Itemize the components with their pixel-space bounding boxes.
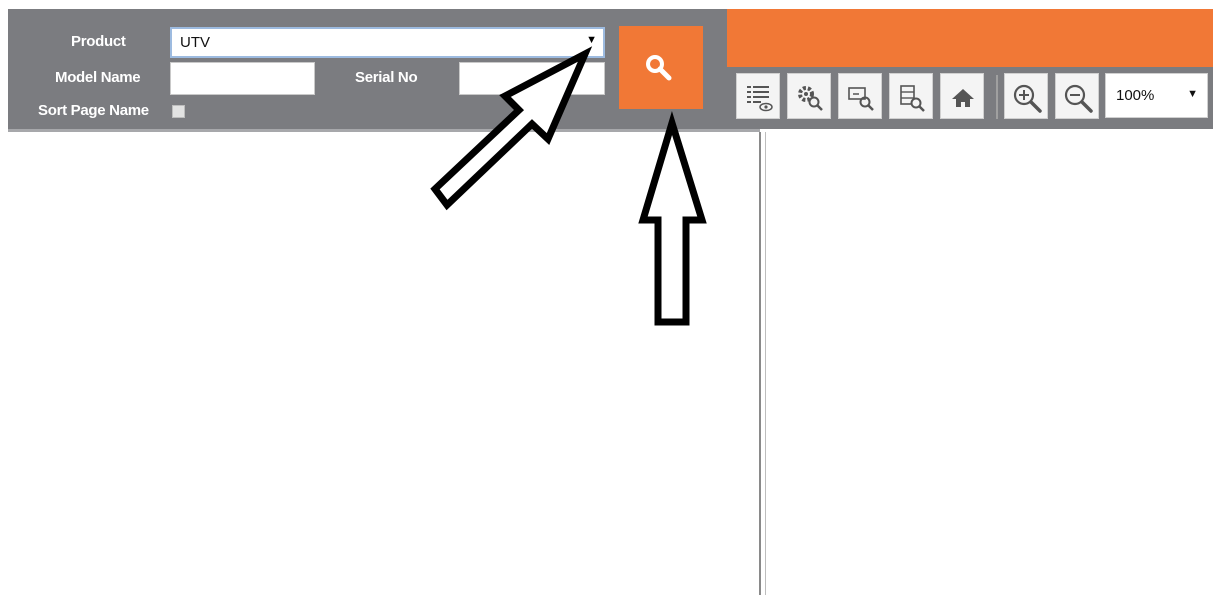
search-icon [646, 55, 672, 81]
part-search-button[interactable] [838, 73, 882, 119]
product-select[interactable]: UTV ▼ [170, 27, 605, 58]
product-select-value: UTV [180, 34, 210, 51]
model-name-input[interactable] [170, 62, 315, 95]
right-content-pane [766, 132, 1213, 595]
zoom-select-value: 100% [1116, 87, 1155, 104]
zoom-in-button[interactable] [1004, 73, 1048, 119]
part-search-icon [848, 87, 874, 111]
dropdown-arrow-icon[interactable]: ▼ [586, 34, 597, 46]
gear-search-icon [798, 86, 823, 111]
zoom-select[interactable]: 100% ▼ [1105, 73, 1208, 118]
toolbar-separator [996, 75, 998, 119]
product-label: Product [71, 33, 126, 50]
serial-no-input[interactable] [459, 62, 605, 95]
list-view-button[interactable] [736, 73, 780, 119]
table-search-icon [900, 85, 925, 112]
table-search-button[interactable] [889, 73, 933, 119]
toolbar-header-strip [727, 9, 1213, 67]
sort-page-name-checkbox[interactable] [172, 105, 185, 118]
model-name-label: Model Name [55, 69, 141, 86]
pane-splitter[interactable] [759, 132, 766, 595]
zoom-in-icon [1013, 84, 1042, 113]
list-view-icon [747, 86, 773, 112]
sort-page-name-label: Sort Page Name [38, 102, 149, 119]
home-button[interactable] [940, 73, 984, 119]
serial-no-label: Serial No [355, 69, 418, 86]
left-content-pane [8, 132, 758, 595]
gear-search-button[interactable] [787, 73, 831, 119]
zoom-out-button[interactable] [1055, 73, 1099, 119]
home-icon [952, 89, 974, 107]
search-button[interactable] [619, 26, 703, 109]
dropdown-arrow-icon[interactable]: ▼ [1187, 88, 1198, 100]
zoom-out-icon [1064, 84, 1093, 113]
